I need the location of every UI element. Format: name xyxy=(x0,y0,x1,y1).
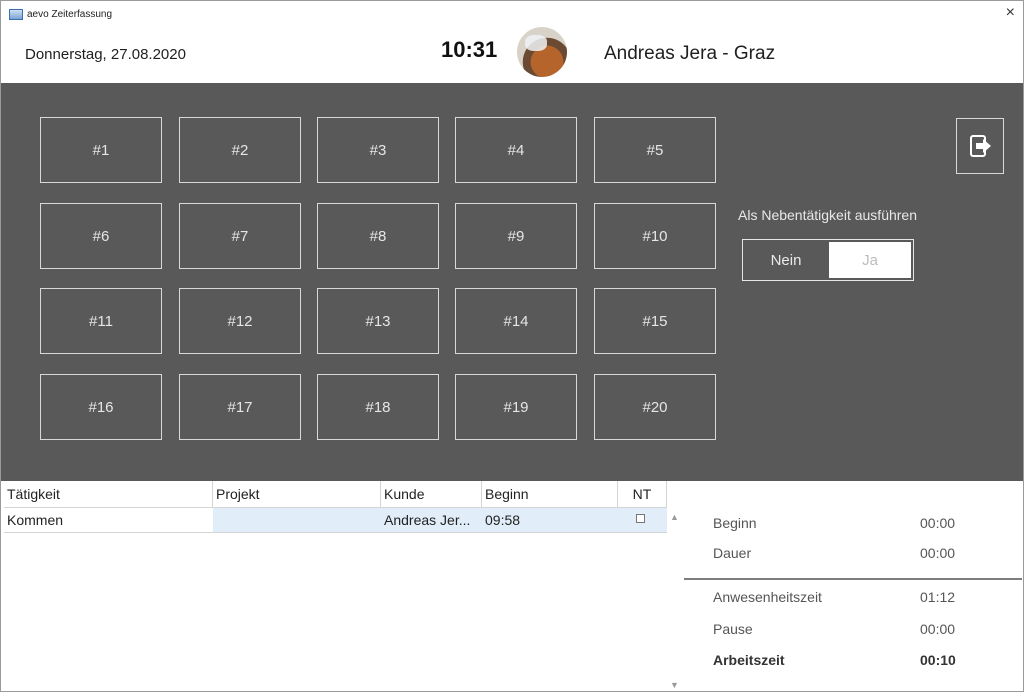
app-icon xyxy=(9,9,23,20)
activity-button-6[interactable]: #6 xyxy=(40,203,162,269)
pause-value: 00:00 xyxy=(920,621,956,637)
window-title: aevo Zeiterfassung xyxy=(27,9,113,20)
activity-button-19[interactable]: #19 xyxy=(455,374,577,440)
activity-button-20[interactable]: #20 xyxy=(594,374,716,440)
activity-button-9[interactable]: #9 xyxy=(455,203,577,269)
activity-button-1[interactable]: #1 xyxy=(40,117,162,183)
toggle-ja[interactable]: Ja xyxy=(829,242,911,278)
arbeitszeit-value: 00:10 xyxy=(920,652,956,668)
arbeitszeit-label: Arbeitszeit xyxy=(713,652,785,668)
dauer-label: Dauer xyxy=(713,545,752,561)
logout-icon xyxy=(970,135,991,157)
header: Donnerstag, 27.08.2020 10:31 Andreas Jer… xyxy=(1,27,1023,83)
current-time: 10:31 xyxy=(441,37,498,62)
column-beginn[interactable]: Beginn xyxy=(482,481,618,507)
pause-label: Pause xyxy=(713,621,753,637)
title-bar: aevo Zeiterfassung × xyxy=(1,1,1023,27)
column-kunde[interactable]: Kunde xyxy=(381,481,482,507)
activity-button-10[interactable]: #10 xyxy=(594,203,716,269)
logout-button[interactable] xyxy=(956,118,1004,174)
nebentaetigkeit-toggle: Nein Ja xyxy=(742,239,914,281)
beginn-label: Beginn xyxy=(713,515,757,531)
column-nt[interactable]: NT xyxy=(618,481,667,507)
user-name: Andreas Jera - Graz xyxy=(604,43,776,64)
cell-taetigkeit: Kommen xyxy=(7,512,64,528)
column-taetigkeit[interactable]: Tätigkeit xyxy=(4,481,213,507)
activity-button-4[interactable]: #4 xyxy=(455,117,577,183)
nt-checkbox[interactable] xyxy=(636,514,645,523)
activity-button-2[interactable]: #2 xyxy=(179,117,301,183)
scroll-down-icon[interactable]: ▼ xyxy=(670,680,679,690)
activity-button-8[interactable]: #8 xyxy=(317,203,439,269)
activity-button-17[interactable]: #17 xyxy=(179,374,301,440)
avatar xyxy=(517,27,567,77)
column-projekt[interactable]: Projekt xyxy=(213,481,381,507)
activity-table: Tätigkeit Projekt Kunde Beginn NT Kommen… xyxy=(4,481,667,691)
dauer-value: 00:00 xyxy=(920,545,956,561)
time-summary: Beginn 00:00 Dauer 00:00 Anwesenheitszei… xyxy=(684,481,1022,691)
table-scrollbar[interactable]: ▲ ▼ xyxy=(667,508,681,691)
activity-button-15[interactable]: #15 xyxy=(594,288,716,354)
cell-projekt xyxy=(213,508,381,532)
cell-kunde: Andreas Jer... xyxy=(381,508,482,532)
anwesenheit-label: Anwesenheitszeit xyxy=(713,589,822,605)
activity-button-11[interactable]: #11 xyxy=(40,288,162,354)
cell-beginn: 09:58 xyxy=(482,508,618,532)
scroll-up-icon[interactable]: ▲ xyxy=(670,512,679,522)
current-date: Donnerstag, 27.08.2020 xyxy=(25,46,186,63)
activity-button-3[interactable]: #3 xyxy=(317,117,439,183)
close-icon[interactable]: × xyxy=(1006,4,1015,22)
summary-divider xyxy=(684,578,1022,580)
beginn-value: 00:00 xyxy=(920,515,956,531)
activity-button-5[interactable]: #5 xyxy=(594,117,716,183)
anwesenheit-value: 01:12 xyxy=(920,589,956,605)
nebentaetigkeit-label: Als Nebentätigkeit ausführen xyxy=(738,207,917,223)
activity-button-16[interactable]: #16 xyxy=(40,374,162,440)
table-row[interactable]: Kommen Andreas Jer... 09:58 xyxy=(4,508,667,533)
app-window: aevo Zeiterfassung × Donnerstag, 27.08.2… xyxy=(0,0,1024,692)
activity-button-7[interactable]: #7 xyxy=(179,203,301,269)
table-header: Tätigkeit Projekt Kunde Beginn NT xyxy=(4,481,667,508)
activity-panel: #1 #2 #3 #4 #5 #6 #7 #8 #9 #10 #11 #12 #… xyxy=(1,83,1023,481)
toggle-nein[interactable]: Nein xyxy=(743,240,829,280)
activity-button-18[interactable]: #18 xyxy=(317,374,439,440)
activity-button-14[interactable]: #14 xyxy=(455,288,577,354)
activity-button-12[interactable]: #12 xyxy=(179,288,301,354)
activity-button-13[interactable]: #13 xyxy=(317,288,439,354)
